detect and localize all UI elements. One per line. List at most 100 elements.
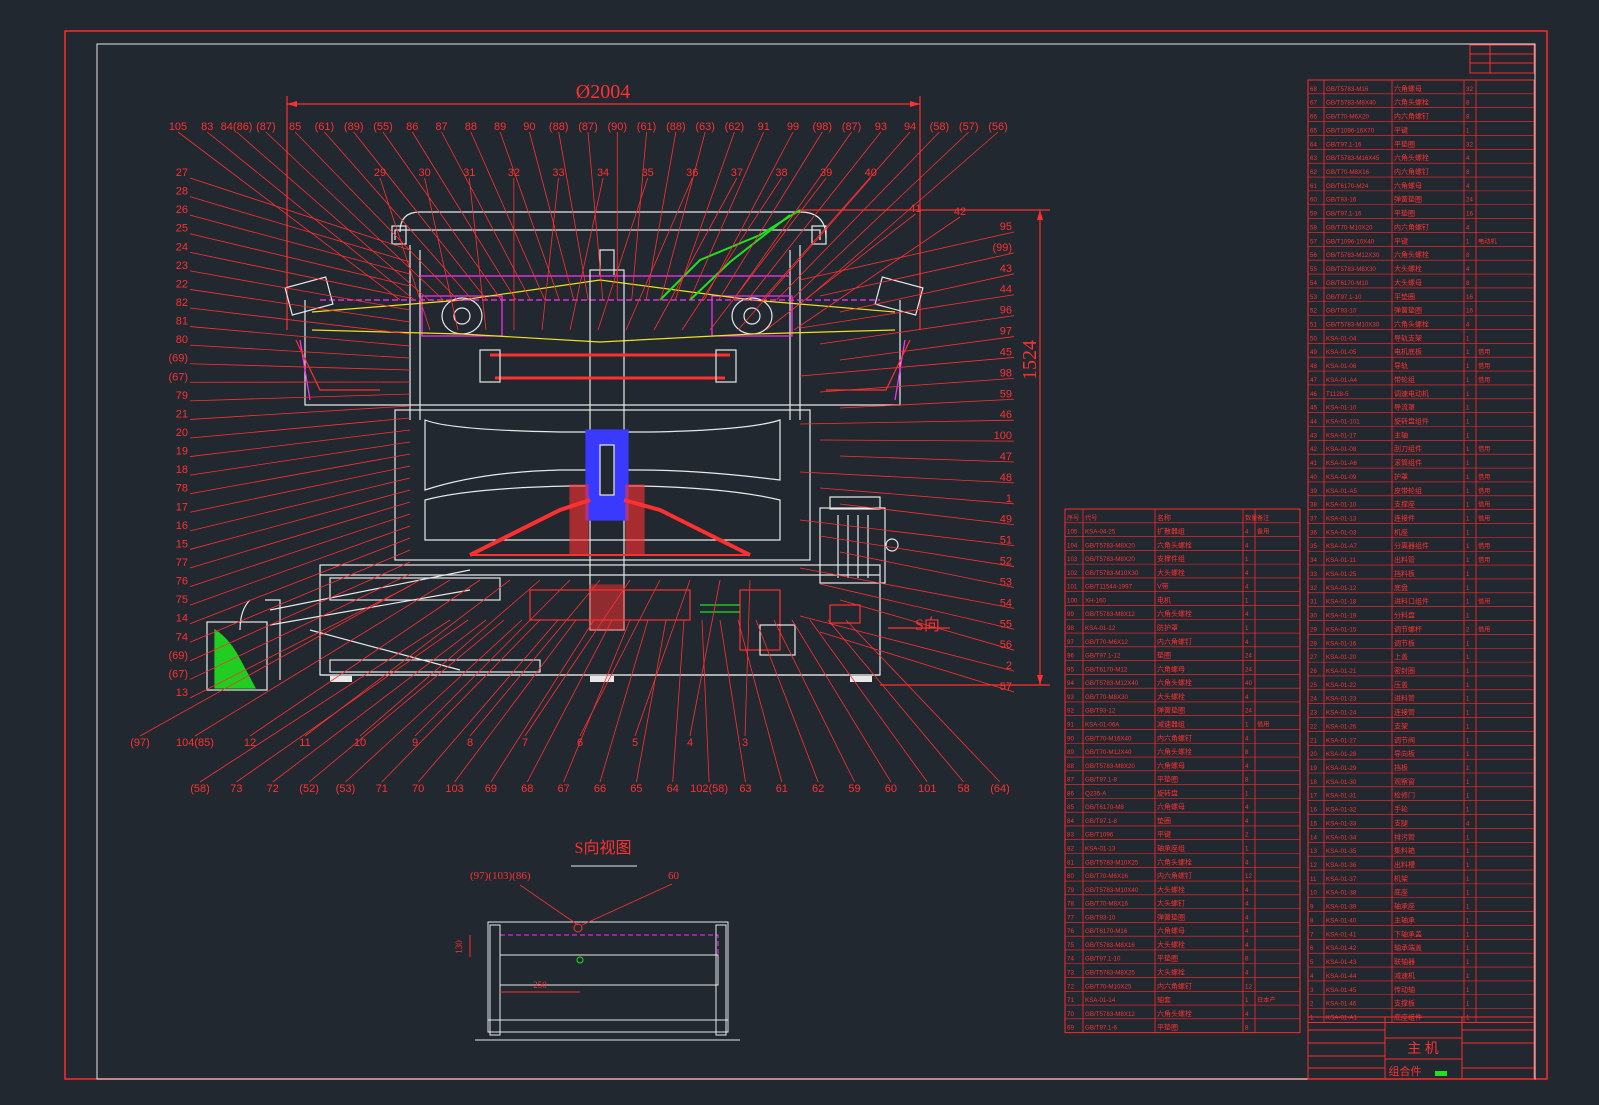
tbl-right-cell: 1: [1466, 904, 1470, 911]
tbl-right-cell: 28: [1310, 640, 1317, 647]
callout-callouts_top-28: (56): [988, 121, 1008, 133]
tbl-right-cell: GB/T5783-M16X45: [1326, 155, 1380, 162]
tbl-mid-cell: 平垫圈: [1157, 954, 1178, 963]
tbl-mid-cell: GB/T5783-M8X12: [1085, 611, 1135, 618]
tbl-right-cell: 54: [1310, 280, 1317, 287]
callout-bottom-33: 58: [958, 783, 970, 795]
tbl-mid-cell: GB/T70-M6X16: [1085, 873, 1129, 880]
tbl-right-cell: 55: [1310, 266, 1317, 273]
tbl-right-cell: KSA-01-101: [1326, 419, 1360, 426]
tbl-mid-cell: 4: [1245, 1011, 1249, 1018]
leader-callouts_left-22: [190, 514, 410, 587]
callout-callouts_right-11: 47: [1000, 451, 1012, 463]
callout-bottom-8: 6: [577, 737, 583, 749]
leader-callouts_upper_row-6: [598, 178, 648, 330]
tbl-right-cell: 主轴: [1394, 430, 1408, 439]
tbl-mid-cell: GB/T70-M12X40: [1085, 749, 1132, 756]
tbl-right-cell: 63: [1310, 155, 1317, 162]
callout-bottom-25: 64: [667, 783, 679, 795]
tbl-mid-cell: 垫圈: [1157, 651, 1171, 660]
tbl-right-cell: 14: [1310, 834, 1317, 841]
tbl-right-cell: 41: [1310, 460, 1317, 467]
tbl-mid-cell: 备用: [1257, 528, 1269, 536]
tbl-right-cell: KSA-01-24: [1326, 710, 1357, 717]
tbl-mid-cell: GB/T5783-M8X20: [1085, 763, 1135, 770]
callout-callouts_left-19: 16: [176, 520, 188, 532]
leader-callouts_top-5: [324, 132, 472, 300]
callout-callouts_left-3: 25: [176, 223, 188, 235]
leader-callouts_top-18: [661, 132, 705, 300]
tbl-mid-cell: 内六角螺钉: [1157, 871, 1192, 880]
tbl-mid-cell: 减速器组: [1157, 719, 1185, 728]
callout-callouts_top-2: 84(86): [221, 121, 253, 133]
callout-callouts_top-19: (62): [725, 121, 745, 133]
leader-bottom-22: [564, 620, 630, 782]
tbl-right-cell: KSA-01-A7: [1326, 543, 1358, 550]
tbl-right-cell: 1: [1466, 419, 1470, 426]
tbl-right-cell: 挡板: [1394, 763, 1408, 772]
leader-callouts_top-22: [719, 132, 823, 300]
leader-callouts_right-14: [840, 504, 1014, 525]
tbl-right-cell: 33: [1310, 571, 1317, 578]
tbl-right-cell: 1: [1466, 751, 1470, 758]
tbl-mid-cell: 日本产: [1257, 996, 1276, 1004]
leader-bottom-5: [415, 580, 570, 736]
tbl-right-cell: GB/T70-M8X16: [1326, 169, 1370, 176]
tbl-mid-cell: 8: [1245, 749, 1249, 756]
callout-callouts_right-7: 98: [1000, 367, 1012, 379]
tbl-right-cell: 16: [1466, 294, 1473, 301]
callout-callouts_right-1: (99): [992, 242, 1012, 254]
callout-callouts_right-3: 44: [1000, 284, 1012, 296]
tbl-mid-cell: GB/T5783-M8X20: [1085, 556, 1135, 563]
callout-callouts_top-7: (55): [373, 121, 393, 133]
leader-bottom-19: [455, 620, 576, 782]
title-block-type: 组合件: [1389, 1064, 1422, 1078]
tbl-right-cell: 17: [1310, 793, 1317, 800]
leader-bottom-30: [774, 620, 855, 782]
leader-callouts_right-18: [800, 568, 1014, 608]
leader-bottom-33: [828, 620, 964, 782]
callout-callouts_top-24: 93: [875, 121, 887, 133]
callout-callouts_left-10: (69): [168, 353, 188, 365]
tbl-right-cell: 出料槽: [1394, 860, 1415, 869]
tbl-right-cell: 平垫圈: [1394, 209, 1415, 218]
tbl-right-cell: 38: [1310, 502, 1317, 509]
tbl-right-cell: KSA-01-25: [1326, 571, 1357, 578]
tbl-right-cell: GB/T93-10: [1326, 308, 1357, 315]
callout-callouts_right-5: 97: [1000, 326, 1012, 338]
callout-callouts_right-2: 43: [1000, 263, 1012, 275]
tbl-mid-cell: GB/T11544-1997: [1085, 584, 1133, 591]
tbl-right-cell: 32: [1466, 86, 1473, 93]
tbl-mid-cell: 75: [1067, 942, 1074, 949]
leader-callouts_right-13: [820, 488, 1014, 504]
tbl-right-cell: KSA-01-32: [1326, 807, 1357, 814]
tbl-right-cell: KSA-01-10: [1326, 502, 1357, 509]
tbl-mid-cell: 70: [1067, 1011, 1074, 1018]
callout-callouts_upper_row-12: 41: [909, 203, 921, 215]
tbl-mid-cell: GB/T5783-M10X40: [1085, 887, 1139, 894]
callout-callouts_right-10: 100: [994, 430, 1012, 442]
tbl-right-cell: 1: [1466, 654, 1470, 661]
tbl-mid-cell: 83: [1067, 832, 1074, 839]
tbl-right-cell: 8: [1466, 252, 1470, 259]
callout-callouts_left-5: 23: [176, 260, 188, 272]
tbl-right-cell: KSA-01-28: [1326, 751, 1357, 758]
leader-callouts_upper_row-8: [654, 178, 737, 330]
tbl-mid-cell: 4: [1245, 928, 1249, 935]
callout-callouts_upper_row-11: 40: [865, 167, 877, 179]
tbl-right-cell: KSA-01-33: [1326, 820, 1357, 827]
callout-callouts_left-11: (67): [168, 371, 188, 383]
callout-callouts_left-27: (67): [168, 668, 188, 680]
callout-bottom-24: 65: [630, 783, 642, 795]
tbl-right-cell: 六角头螺栓: [1394, 319, 1429, 328]
leader-callouts_right-15: [800, 520, 1014, 546]
tbl-mid-cell: KSA-01-14: [1085, 997, 1116, 1004]
tbl-mid-cell: 4: [1245, 694, 1249, 701]
tbl-right-cell: 轴承座: [1394, 902, 1415, 911]
tbl-right-cell: 弹簧垫圈: [1394, 195, 1422, 204]
tbl-right-cell: KSA-01-36: [1326, 862, 1357, 869]
tbl-right-cell: KSA-01-23: [1326, 696, 1357, 703]
tbl-right-cell: 借用: [1478, 362, 1490, 370]
s-view-callout-left: (97)(103)(86): [470, 870, 531, 882]
tbl-mid-cell: 大头螺栓: [1157, 568, 1185, 577]
